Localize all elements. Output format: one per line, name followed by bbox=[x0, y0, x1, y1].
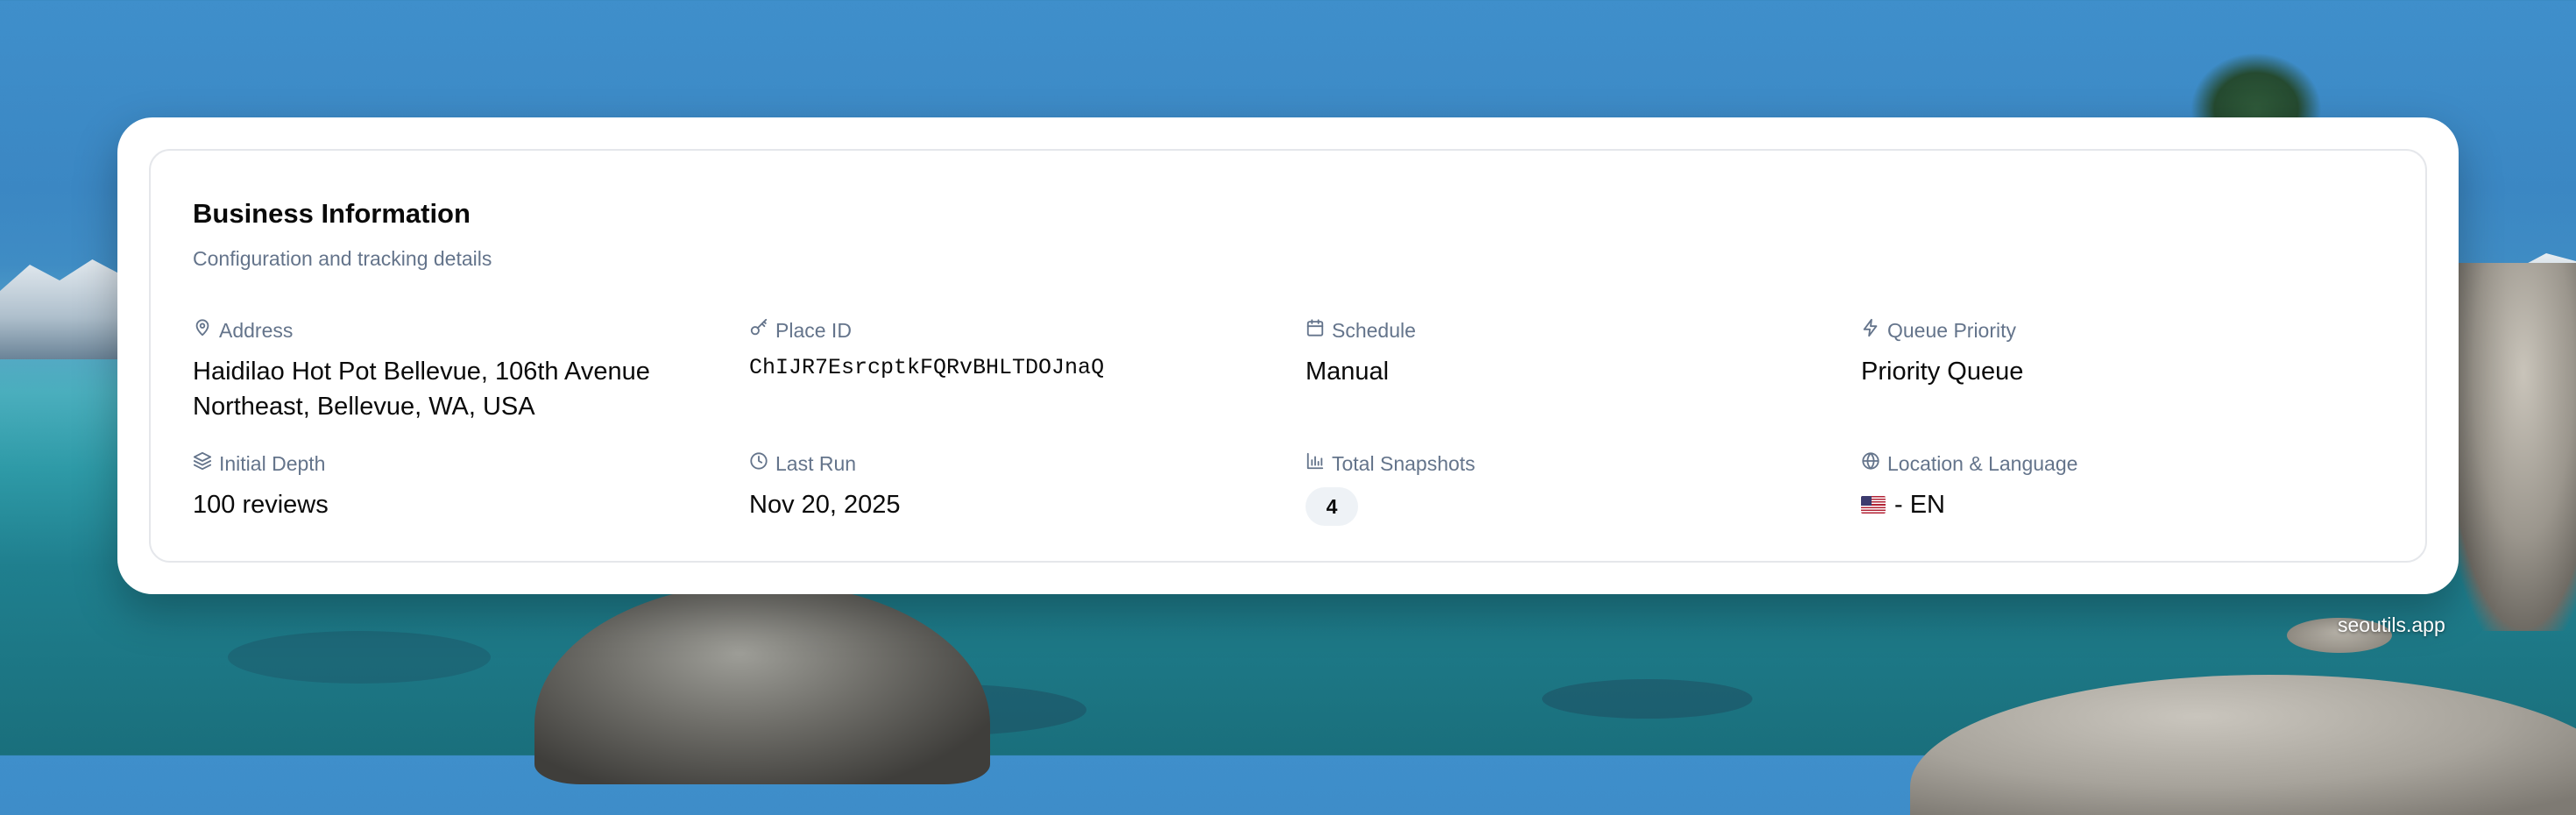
background-tree bbox=[2190, 53, 2322, 123]
calendar-icon bbox=[1306, 318, 1325, 343]
field-label-row: Last Run bbox=[749, 450, 1275, 477]
us-flag-icon bbox=[1861, 496, 1886, 514]
field-label-row: Address bbox=[193, 317, 718, 344]
field-label-row: Queue Priority bbox=[1861, 317, 2387, 344]
bar-chart-icon bbox=[1306, 451, 1325, 476]
field-last-run: Last Run Nov 20, 2025 bbox=[749, 450, 1275, 522]
location-language-value: - EN bbox=[1894, 491, 1945, 519]
total-snapshots-label: Total Snapshots bbox=[1332, 451, 1476, 475]
lightning-icon bbox=[1861, 318, 1880, 343]
place-id-value: ChIJR7EsrcptkFQRvBHLTDOJnaQ bbox=[749, 355, 1105, 380]
clock-icon bbox=[749, 451, 768, 476]
field-label-row: Location & Language bbox=[1861, 450, 2387, 477]
field-queue-priority: Queue Priority Priority Queue bbox=[1861, 317, 2387, 389]
field-label-row: Schedule bbox=[1306, 317, 1831, 344]
field-total-snapshots: Total Snapshots 4 bbox=[1306, 450, 1831, 526]
initial-depth-value: 100 reviews bbox=[193, 491, 329, 519]
background-rocks-right bbox=[2445, 263, 2576, 631]
background-reef bbox=[1542, 679, 1752, 719]
field-schedule: Schedule Manual bbox=[1306, 317, 1831, 389]
layers-icon bbox=[193, 451, 212, 476]
schedule-label: Schedule bbox=[1332, 318, 1416, 342]
initial-depth-label: Initial Depth bbox=[219, 451, 326, 475]
business-info-card: Business Information Configuration and t… bbox=[117, 117, 2459, 594]
total-snapshots-badge: 4 bbox=[1306, 487, 1358, 526]
background-reef bbox=[771, 684, 1086, 736]
background-reef bbox=[228, 631, 491, 684]
map-pin-icon bbox=[193, 318, 212, 343]
field-initial-depth: Initial Depth 100 reviews bbox=[193, 450, 718, 522]
schedule-value: Manual bbox=[1306, 358, 1390, 386]
business-info-panel: Business Information Configuration and t… bbox=[149, 149, 2427, 563]
location-language-label: Location & Language bbox=[1887, 451, 2078, 475]
watermark: seoutils.app bbox=[2338, 613, 2445, 636]
place-id-label: Place ID bbox=[775, 318, 852, 342]
queue-priority-value: Priority Queue bbox=[1861, 358, 2024, 386]
field-address: Address Haidilao Hot Pot Bellevue, 106th… bbox=[193, 317, 718, 424]
location-language-value-row: - EN bbox=[1861, 487, 2387, 522]
queue-priority-label: Queue Priority bbox=[1887, 318, 2017, 342]
background-rock bbox=[1910, 675, 2576, 815]
globe-icon bbox=[1861, 451, 1880, 476]
field-location-language: Location & Language - EN bbox=[1861, 450, 2387, 522]
field-label-row: Total Snapshots bbox=[1306, 450, 1831, 477]
field-label-row: Place ID bbox=[749, 317, 1275, 344]
address-value: Haidilao Hot Pot Bellevue, 106th Avenue … bbox=[193, 358, 650, 421]
card-title: Business Information bbox=[193, 198, 471, 229]
address-label: Address bbox=[219, 318, 294, 342]
field-label-row: Initial Depth bbox=[193, 450, 718, 477]
last-run-label: Last Run bbox=[775, 451, 857, 475]
last-run-value: Nov 20, 2025 bbox=[749, 491, 901, 519]
field-place-id: Place ID ChIJR7EsrcptkFQRvBHLTDOJnaQ bbox=[749, 317, 1275, 382]
background-rock bbox=[534, 583, 990, 784]
card-subtitle: Configuration and tracking details bbox=[193, 247, 492, 270]
key-icon bbox=[749, 318, 768, 343]
